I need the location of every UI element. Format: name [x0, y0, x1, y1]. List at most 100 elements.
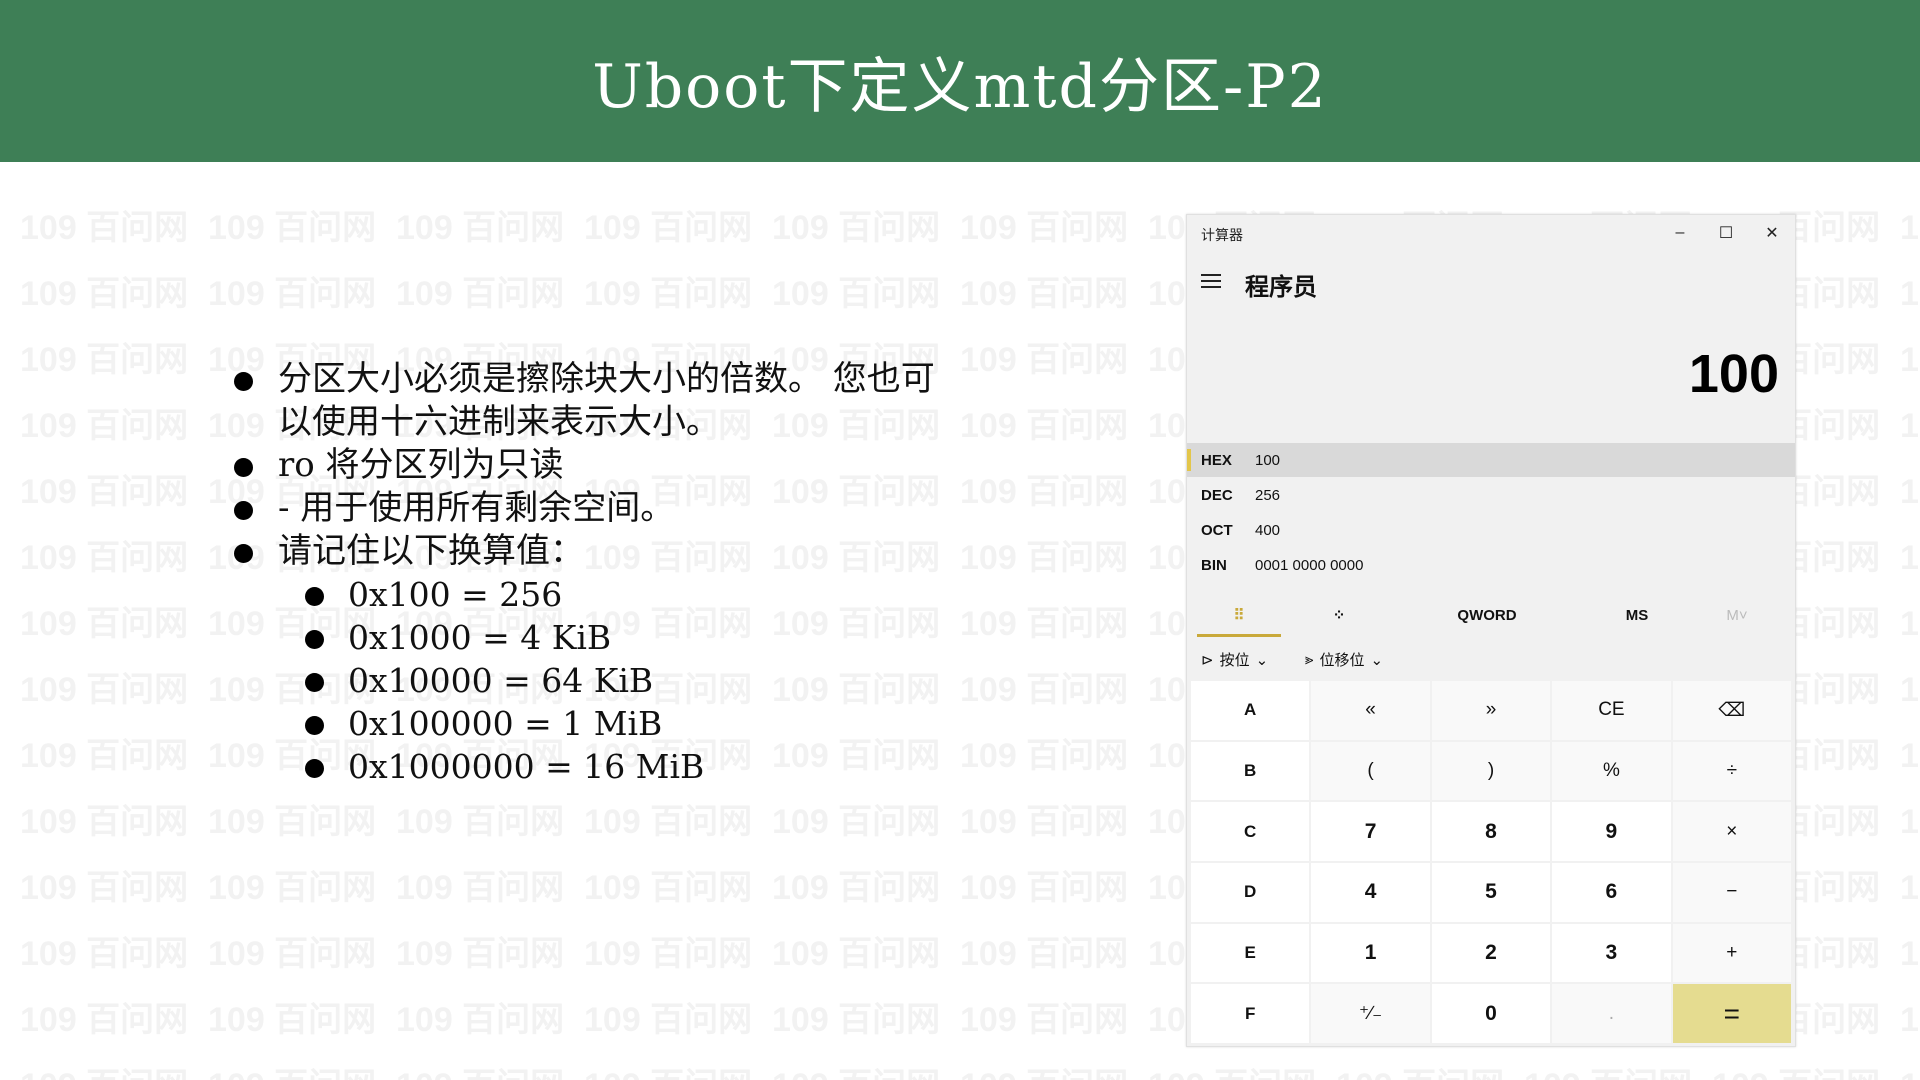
- radix-value: 100: [1255, 452, 1281, 469]
- radix-value: 0001 0000 0000: [1255, 557, 1364, 574]
- key-divide[interactable]: ÷: [1672, 741, 1791, 801]
- watermark-text: 109 百问网: [396, 1058, 584, 1080]
- watermark-text: 109 百问网: [1900, 803, 1920, 841]
- watermark-text: 109 百问网: [772, 209, 941, 247]
- key-rotate-left[interactable]: «: [1311, 681, 1430, 740]
- key-add[interactable]: +: [1672, 923, 1791, 983]
- bullet-list: 分区大小必须是擦除块大小的倍数。 您也可以使用十六进制来表示大小。 ro 将分区…: [230, 358, 950, 788]
- radix-dec[interactable]: DEC 256: [1187, 478, 1795, 512]
- key-4[interactable]: 4: [1311, 863, 1430, 922]
- keypad: A « » CE ⌫ B ( ) % ÷ C 7 8 9 × D 4 5 6 −…: [1191, 681, 1791, 1043]
- title-bar: 计算器 – ☐ ✕: [1187, 215, 1795, 251]
- watermark-text: 109 百问网: [1900, 209, 1920, 247]
- key-close-paren[interactable]: ): [1431, 741, 1551, 801]
- watermark-text: 109 百问网: [20, 737, 189, 775]
- watermark-text: 109 百问网: [20, 1001, 189, 1039]
- keypad-icon[interactable]: ⠿: [1191, 593, 1287, 637]
- watermark-text: 109 百问网: [584, 1058, 772, 1080]
- radix-oct[interactable]: OCT 400: [1187, 513, 1795, 547]
- watermark-text: 109 百问网: [960, 407, 1129, 445]
- key-6[interactable]: 6: [1552, 863, 1671, 922]
- watermark-text: 109 百问网: [20, 605, 189, 643]
- watermark-text: 109 百问网: [960, 869, 1129, 907]
- watermark-text: 109 百问网: [772, 1058, 960, 1080]
- key-d[interactable]: D: [1191, 863, 1310, 922]
- toolbar-row: ⠿ ⁘ QWORD MS M˅: [1187, 593, 1795, 637]
- radix-label: HEX: [1201, 452, 1232, 469]
- watermark-text: 109 百问网: [1900, 539, 1920, 577]
- watermark-text: 109 百问网: [960, 1001, 1129, 1039]
- key-8[interactable]: 8: [1431, 802, 1551, 861]
- watermark-text: 109 百问网: [584, 209, 753, 247]
- operator-row: ⊳ 按位 ⌄ ⪢ 位移位 ⌄: [1187, 641, 1795, 677]
- key-clear-entry[interactable]: CE: [1552, 681, 1671, 740]
- bitshift-label: 位移位: [1319, 652, 1365, 669]
- key-5[interactable]: 5: [1431, 863, 1551, 922]
- key-decimal[interactable]: .: [1552, 984, 1671, 1043]
- memory-menu-button[interactable]: M˅: [1687, 593, 1787, 637]
- key-a[interactable]: A: [1191, 681, 1310, 740]
- bitwise-label: 按位: [1219, 652, 1250, 669]
- watermark-text: 109 百问网: [960, 473, 1129, 511]
- key-0[interactable]: 0: [1431, 984, 1551, 1043]
- radix-label: BIN: [1201, 557, 1227, 574]
- bit-toggle-icon[interactable]: ⁘: [1291, 593, 1387, 637]
- watermark-text: 109 百问网: [1900, 671, 1920, 709]
- key-equals[interactable]: =: [1672, 984, 1791, 1043]
- key-percent[interactable]: %: [1552, 741, 1671, 801]
- bullet-item: ro 将分区列为只读: [230, 444, 950, 487]
- watermark-text: 109 百问网: [20, 803, 189, 841]
- radix-label: DEC: [1201, 487, 1233, 504]
- key-7[interactable]: 7: [1311, 802, 1430, 861]
- watermark-text: 109 百问网: [960, 1058, 1148, 1080]
- key-c[interactable]: C: [1191, 802, 1310, 861]
- maximize-icon[interactable]: ☐: [1703, 219, 1749, 247]
- watermark-text: 109 百问网: [1900, 275, 1920, 313]
- key-b[interactable]: B: [1191, 741, 1310, 801]
- watermark-text: 109 百问网: [772, 935, 941, 973]
- key-1[interactable]: 1: [1311, 923, 1430, 983]
- menu-icon[interactable]: [1201, 271, 1221, 291]
- watermark-text: 109 百问网: [960, 935, 1129, 973]
- key-subtract[interactable]: −: [1672, 863, 1791, 922]
- watermark-text: 109 百问网: [1900, 1058, 1920, 1080]
- minimize-icon[interactable]: –: [1657, 219, 1703, 247]
- watermark-text: 109 百问网: [960, 209, 1129, 247]
- key-3[interactable]: 3: [1552, 923, 1671, 983]
- result-display: 100: [1688, 344, 1779, 404]
- watermark-text: 109 百问网: [208, 209, 377, 247]
- sub-bullet-item: 0x1000000 = 16 MiB: [305, 745, 950, 788]
- key-e[interactable]: E: [1191, 923, 1310, 983]
- bullet-item: 请记住以下换算值：: [230, 530, 950, 573]
- key-negate[interactable]: ⁺∕₋: [1311, 984, 1430, 1043]
- watermark-text: 109 百问网: [772, 275, 941, 313]
- key-rotate-right[interactable]: »: [1431, 681, 1551, 740]
- watermark-text: 109 百问网: [20, 209, 189, 247]
- watermark-text: 109 百问网: [208, 869, 377, 907]
- key-open-paren[interactable]: (: [1311, 741, 1430, 801]
- sub-bullet-item: 0x100 = 256: [305, 573, 950, 616]
- watermark-text: 109 百问网: [396, 1001, 565, 1039]
- watermark-text: 109 百问网: [396, 209, 565, 247]
- radix-value: 400: [1255, 522, 1281, 539]
- chevron-down-icon: ⌄: [1255, 651, 1269, 669]
- bitwise-dropdown[interactable]: ⊳ 按位 ⌄: [1201, 649, 1268, 670]
- close-icon[interactable]: ✕: [1749, 219, 1795, 247]
- radix-bin[interactable]: BIN 0001 0000 0000: [1187, 548, 1795, 582]
- bitshift-dropdown[interactable]: ⪢ 位移位 ⌄: [1305, 649, 1383, 670]
- sub-bullet-item: 0x10000 = 64 KiB: [305, 659, 950, 702]
- bitwise-icon: ⊳: [1201, 651, 1214, 669]
- watermark-text: 109 百问网: [1336, 1058, 1524, 1080]
- key-9[interactable]: 9: [1552, 802, 1671, 861]
- backspace-icon[interactable]: ⌫: [1672, 681, 1791, 740]
- word-size-button[interactable]: QWORD: [1427, 593, 1547, 637]
- radix-hex[interactable]: HEX 100: [1187, 443, 1795, 477]
- watermark-text: 109 百问网: [20, 539, 189, 577]
- key-f[interactable]: F: [1191, 984, 1310, 1043]
- watermark-text: 109 百问网: [960, 275, 1129, 313]
- key-multiply[interactable]: ×: [1672, 802, 1791, 861]
- watermark-text: 109 百问网: [584, 803, 753, 841]
- memory-store-button[interactable]: MS: [1587, 593, 1687, 637]
- radix-value: 256: [1255, 487, 1281, 504]
- key-2[interactable]: 2: [1431, 923, 1551, 983]
